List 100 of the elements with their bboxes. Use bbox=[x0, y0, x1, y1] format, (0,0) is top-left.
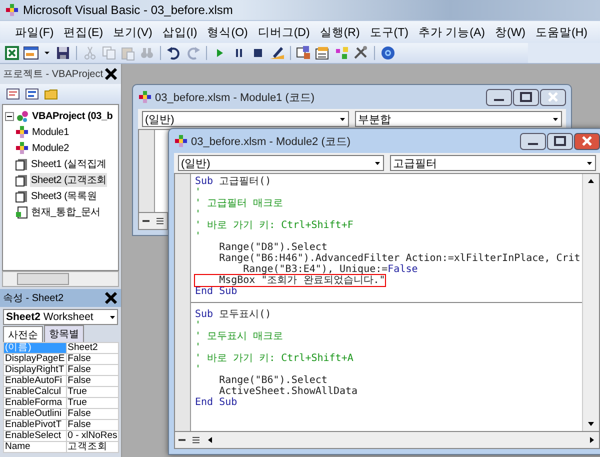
menu-item[interactable]: 파일(F) bbox=[10, 22, 59, 42]
tree-item[interactable]: Module2 bbox=[31, 142, 70, 154]
object-browser-icon[interactable] bbox=[334, 45, 350, 61]
window-title: 03_before.xlsm - Module1 (코드) bbox=[155, 90, 316, 104]
module-icon bbox=[15, 125, 29, 139]
object-dropdown[interactable]: (일반) bbox=[178, 155, 384, 171]
property-value[interactable]: 0 - xlNoRes bbox=[66, 430, 119, 442]
ruler-pencil-icon[interactable] bbox=[269, 45, 285, 61]
tree-item[interactable]: 현재_통합_문서 bbox=[30, 205, 102, 219]
minimize-button[interactable] bbox=[520, 132, 546, 150]
menu-item[interactable]: 형식(O) bbox=[202, 22, 253, 42]
tab[interactable]: 항목별 bbox=[44, 325, 84, 342]
folder-icon[interactable] bbox=[44, 88, 58, 100]
code-line: ' bbox=[195, 187, 202, 198]
menu-item[interactable]: 창(W) bbox=[490, 22, 531, 42]
highlighted-code-line: MsgBox "조회가 완료되었습니다." bbox=[195, 275, 386, 286]
tree-item[interactable]: Sheet2 (고객조회 bbox=[30, 173, 108, 187]
menu-item[interactable]: 도구(T) bbox=[364, 22, 414, 42]
code-line: ' bbox=[195, 231, 202, 242]
tree-item[interactable]: Module1 bbox=[31, 126, 70, 138]
module-icon bbox=[138, 90, 152, 104]
property-name[interactable]: DisplayPageE bbox=[4, 354, 66, 364]
module-icon bbox=[174, 134, 188, 148]
menu-item[interactable]: 삽입(I) bbox=[157, 22, 202, 42]
code-line: ' 고급필터 매크로 bbox=[195, 198, 284, 209]
property-value[interactable]: False bbox=[66, 354, 119, 364]
view-code-icon[interactable] bbox=[6, 88, 20, 100]
property-value[interactable]: True bbox=[66, 398, 119, 408]
code-line: Range("B3:E4"), Unique:=False bbox=[242, 264, 418, 275]
property-name[interactable]: EnableOutlini bbox=[4, 408, 66, 420]
property-name[interactable]: EnablePivotT bbox=[4, 420, 66, 430]
property-name[interactable]: EnableCalcul bbox=[4, 386, 66, 398]
workbook-icon bbox=[15, 206, 28, 218]
tree-item[interactable]: Sheet3 (목록원 bbox=[30, 189, 98, 203]
collapse-icon[interactable] bbox=[5, 112, 14, 120]
code-line: ' 바로 가기 키: Ctrl+Shift+F bbox=[195, 220, 354, 231]
code-line: Sub 고급필터() bbox=[195, 176, 272, 187]
minimize-button[interactable] bbox=[486, 88, 512, 106]
code-editor[interactable] bbox=[174, 173, 600, 432]
menu-item[interactable]: 도움말(H) bbox=[530, 22, 592, 42]
properties-icon[interactable] bbox=[315, 45, 331, 61]
code-line: ' bbox=[195, 342, 202, 353]
close-button[interactable] bbox=[574, 132, 600, 150]
tab[interactable]: 사전순 bbox=[3, 326, 43, 342]
code-line: ' bbox=[195, 209, 202, 220]
horizontal-scrollbar[interactable] bbox=[2, 271, 119, 287]
property-name[interactable]: EnableSelect bbox=[4, 430, 66, 442]
maximize-button[interactable] bbox=[547, 132, 573, 150]
sheet-icon bbox=[15, 158, 28, 170]
property-value[interactable]: 고객조회 bbox=[66, 442, 119, 452]
menu-item[interactable]: 보기(V) bbox=[108, 22, 158, 42]
code-line: End Sub bbox=[195, 397, 238, 408]
help-icon[interactable] bbox=[380, 45, 396, 61]
tree-item[interactable]: Sheet1 (실적집계 bbox=[30, 157, 108, 171]
sheet-icon bbox=[15, 174, 28, 186]
code-line: ' 바로 가기 키: Ctrl+Shift+A bbox=[195, 353, 354, 364]
spreadsheet-icon[interactable] bbox=[4, 45, 20, 61]
vertical-scrollbar[interactable] bbox=[582, 174, 599, 431]
close-icon[interactable] bbox=[104, 291, 118, 305]
code-line: Range("B6:H46").AdvancedFilter Action:=xlFilterInPlace, Crit bbox=[218, 253, 580, 264]
property-name[interactable]: EnableForma bbox=[4, 398, 66, 408]
horizontal-scrollbar[interactable] bbox=[174, 432, 600, 449]
property-value[interactable]: False bbox=[66, 364, 119, 376]
property-value[interactable]: False bbox=[66, 420, 119, 430]
project-window-icon[interactable] bbox=[296, 45, 312, 61]
property-value[interactable]: False bbox=[66, 408, 119, 420]
maximize-button[interactable] bbox=[513, 88, 539, 106]
panel-title: 속성 - Sheet2 bbox=[3, 292, 64, 305]
window-title: Microsoft Visual Basic - 03_before.xlsm bbox=[23, 3, 233, 17]
window-title: 03_before.xlsm - Module2 (코드) bbox=[191, 134, 352, 148]
menu-item[interactable]: 추가 기능(A) bbox=[413, 22, 490, 42]
menu-item[interactable]: 실행(R) bbox=[314, 22, 365, 42]
close-icon[interactable] bbox=[104, 67, 118, 81]
undo-icon[interactable] bbox=[166, 45, 182, 61]
property-value[interactable]: False bbox=[66, 376, 119, 386]
toolbox-icon[interactable] bbox=[353, 45, 369, 61]
property-value[interactable]: True bbox=[66, 386, 119, 398]
object-dropdown[interactable]: (일반) bbox=[142, 111, 349, 127]
property-name[interactable]: DisplayRightT bbox=[4, 364, 66, 376]
code-line: Range("D8").Select bbox=[218, 242, 328, 253]
menu-item[interactable]: 편집(E) bbox=[58, 22, 108, 42]
property-value[interactable]: Sheet2 bbox=[66, 342, 119, 354]
property-name[interactable]: Name bbox=[4, 442, 66, 452]
menu-item[interactable]: 디버그(D) bbox=[252, 22, 315, 42]
code-line: ' bbox=[195, 364, 202, 375]
view-object-icon[interactable] bbox=[25, 88, 39, 100]
form-icon[interactable] bbox=[23, 45, 39, 61]
tree-item[interactable]: VBAProject (03_b bbox=[31, 110, 114, 122]
property-name[interactable]: EnableAutoFi bbox=[4, 376, 66, 386]
procedure-dropdown[interactable]: 고급필터 bbox=[390, 155, 596, 171]
code-line: ' 모두표시 매크로 bbox=[195, 331, 284, 342]
sheet-icon bbox=[15, 190, 28, 202]
code-line: Range("B6").Select bbox=[218, 375, 328, 386]
scrollbar-thumb[interactable] bbox=[17, 273, 69, 285]
close-button[interactable] bbox=[540, 88, 566, 106]
code-line: ActiveSheet.ShowAllData bbox=[218, 386, 358, 397]
object-dropdown[interactable]: Sheet2 Worksheet bbox=[3, 309, 118, 325]
horizontal-scrollbar[interactable] bbox=[138, 213, 168, 230]
code-line: Sub 모두표시() bbox=[195, 309, 272, 320]
procedure-dropdown[interactable]: 부분합 bbox=[355, 111, 562, 127]
